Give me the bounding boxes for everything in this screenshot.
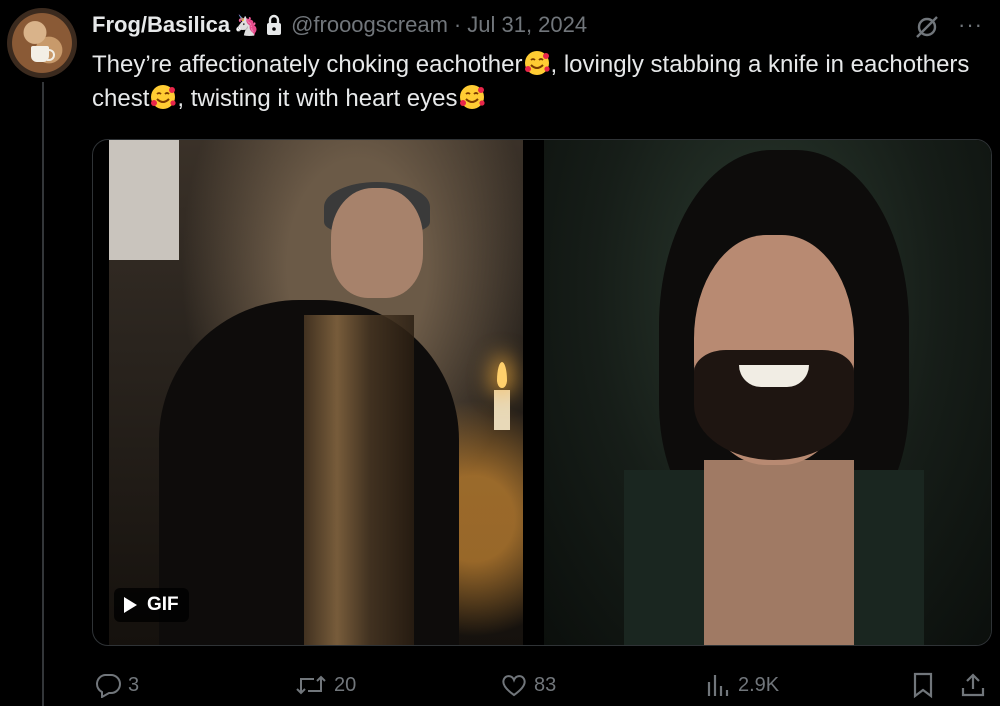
share-icon <box>961 673 985 697</box>
media-container[interactable] <box>92 139 992 646</box>
grok-icon[interactable] <box>914 14 940 45</box>
share-button[interactable] <box>960 668 986 702</box>
tweet-date[interactable]: Jul 31, 2024 <box>467 12 587 38</box>
tweet-header: Frog/Basilica 🦄 @frooogscream · Jul 31, … <box>92 10 587 40</box>
wall-decor <box>109 140 179 260</box>
tweet-text: They’re affectionately choking eachother… <box>92 48 972 116</box>
figure-trim <box>304 315 414 645</box>
heart-icon <box>502 675 526 697</box>
repost-button[interactable]: 20 <box>294 668 356 702</box>
mug-icon <box>31 46 55 62</box>
smiling-face-with-hearts-icon <box>151 85 176 109</box>
lock-icon <box>265 14 283 36</box>
gif-play-badge[interactable]: GIF <box>114 588 189 622</box>
candle-flame <box>497 362 507 388</box>
like-count: 83 <box>534 673 557 696</box>
author-handle[interactable]: @frooogscream <box>291 12 448 38</box>
reply-count: 3 <box>128 673 140 696</box>
gif-image-right[interactable] <box>544 140 991 645</box>
gif-image-left[interactable] <box>109 140 523 645</box>
views-button[interactable]: 2.9K <box>704 668 779 702</box>
action-bar: 3 20 83 2.9K <box>0 668 1000 702</box>
avatar[interactable] <box>7 8 77 78</box>
repost-count: 20 <box>334 673 357 696</box>
figure-smile <box>739 365 809 387</box>
reply-icon <box>96 674 121 698</box>
tweet-text-part1: They’re affectionately choking eachother <box>92 51 523 78</box>
view-count: 2.9K <box>738 673 780 696</box>
more-options-icon[interactable]: ··· <box>958 12 983 38</box>
thread-line <box>42 82 44 706</box>
unicorn-emoji: 🦄 <box>234 14 260 37</box>
gif-label: GIF <box>147 594 179 615</box>
smiling-face-with-hearts-icon <box>524 51 550 75</box>
bookmark-icon <box>913 672 933 699</box>
like-button[interactable]: 83 <box>500 668 556 702</box>
figure-chest <box>704 460 854 645</box>
separator-dot: · <box>453 12 462 37</box>
author-name[interactable]: Frog/Basilica <box>92 12 230 38</box>
reply-button[interactable]: 3 <box>94 668 139 702</box>
bookmark-button[interactable] <box>910 668 936 702</box>
analytics-icon <box>707 675 729 696</box>
play-icon <box>124 597 137 613</box>
figure-head <box>331 188 423 298</box>
smiling-face-with-hearts-icon <box>459 85 485 109</box>
tweet-text-part3: , twisting it with heart eyes <box>177 85 458 112</box>
repost-icon <box>296 675 326 695</box>
candle <box>494 390 510 430</box>
